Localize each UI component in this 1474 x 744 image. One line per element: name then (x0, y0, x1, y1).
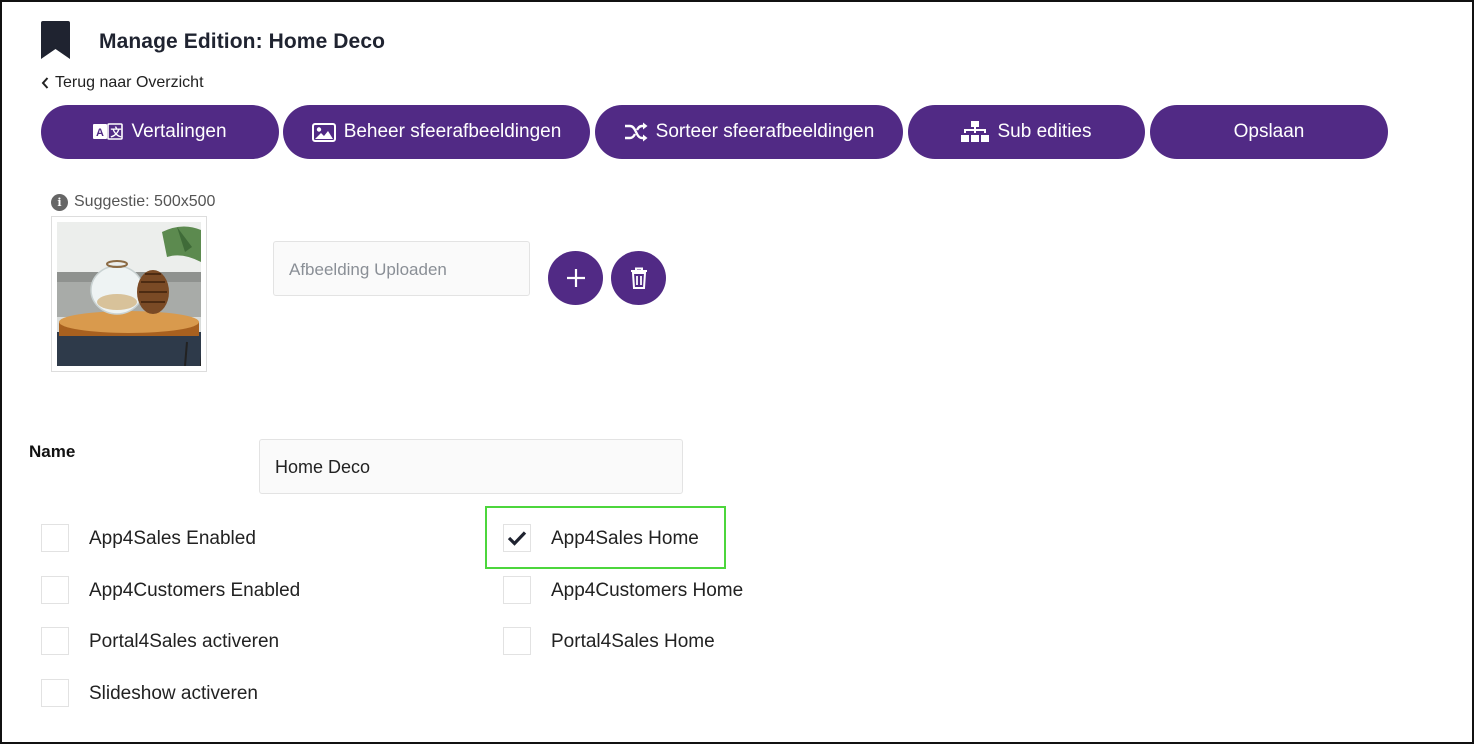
portal4sales-activate-checkbox[interactable] (41, 627, 69, 655)
manage-images-label: Beheer sfeerafbeeldingen (343, 121, 562, 142)
svg-text:文: 文 (111, 125, 123, 139)
page-title: Manage Edition: Home Deco (99, 30, 386, 53)
plus-icon (566, 269, 585, 287)
app4sales-enabled-checkbox[interactable] (41, 524, 69, 552)
app4customers-home-checkbox[interactable] (503, 576, 531, 604)
app4customers-enabled-label: App4Customers Enabled (89, 580, 301, 601)
portal4sales-activate-label: Portal4Sales activeren (89, 631, 280, 652)
name-input[interactable]: Home Deco (259, 439, 683, 494)
app4customers-home-label: App4Customers Home (551, 580, 744, 601)
trash-icon (630, 267, 647, 289)
checkmark-icon (507, 531, 527, 546)
image-thumbnail (51, 216, 207, 372)
image-size-suggestion: i Suggestie: 500x500 (51, 193, 215, 211)
back-link[interactable]: Terug naar Overzicht (41, 74, 204, 92)
info-icon: i (51, 193, 68, 211)
name-label: Name (29, 442, 76, 461)
app4customers-enabled-checkbox[interactable] (41, 576, 69, 604)
delete-image-button[interactable] (611, 251, 666, 305)
translate-icon: A 文 (93, 123, 124, 140)
manage-images-button[interactable]: Beheer sfeerafbeeldingen (283, 105, 590, 159)
chevron-left-icon (41, 77, 49, 89)
add-image-button[interactable] (548, 251, 603, 305)
slideshow-activate-checkbox[interactable] (41, 679, 69, 707)
translations-button[interactable]: A 文 Vertalingen (41, 105, 279, 159)
app4sales-home-label: App4Sales Home (551, 528, 699, 549)
sort-images-label: Sorteer sfeerafbeeldingen (655, 121, 875, 142)
bookmark-icon (41, 21, 70, 59)
app4sales-home-checkbox[interactable] (503, 524, 531, 552)
image-icon (311, 122, 336, 142)
sub-editions-button[interactable]: Sub edities (908, 105, 1145, 159)
portal4sales-home-label: Portal4Sales Home (551, 631, 715, 652)
svg-text:A: A (96, 127, 104, 139)
app4sales-enabled-label: App4Sales Enabled (89, 528, 256, 549)
home-deco-photo (57, 222, 201, 366)
save-label: Opslaan (1233, 121, 1305, 142)
sub-editions-label: Sub edities (997, 121, 1092, 142)
shuffle-icon (624, 122, 648, 142)
image-upload-input[interactable]: Afbeelding Uploaden (273, 241, 530, 296)
slideshow-activate-label: Slideshow activeren (89, 683, 258, 704)
sort-images-button[interactable]: Sorteer sfeerafbeeldingen (595, 105, 903, 159)
translations-label: Vertalingen (131, 121, 227, 142)
back-link-label: Terug naar Overzicht (55, 74, 204, 91)
portal4sales-home-checkbox[interactable] (503, 627, 531, 655)
sitemap-icon (961, 121, 990, 142)
suggestion-text: Suggestie: 500x500 (74, 193, 216, 210)
save-button[interactable]: Opslaan (1150, 105, 1388, 159)
